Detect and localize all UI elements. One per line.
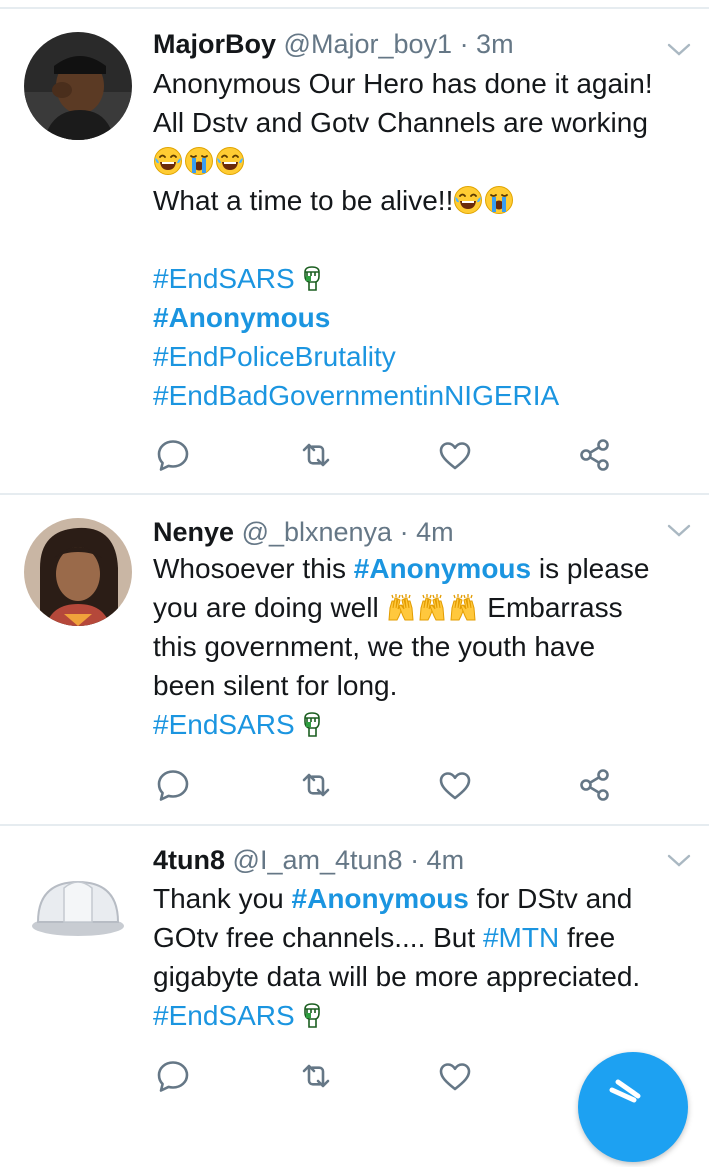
hashtag-line: #EndSARS <box>153 259 698 298</box>
avatar[interactable] <box>24 32 132 140</box>
chevron-down-icon[interactable] <box>665 850 693 870</box>
tweet-text: Whosoever this #Anonymous is please you … <box>153 549 698 744</box>
text-line: All Dstv and Gotv Channels are working <box>153 107 648 138</box>
display-name[interactable]: MajorBoy <box>153 29 276 59</box>
tweet-content: MajorBoy @Major_boy1 · 3m Anonymous Our … <box>153 27 698 415</box>
like-icon[interactable] <box>435 1056 475 1096</box>
tweet-content: Nenye @_blxnenya · 4m Whosoever this #An… <box>153 515 698 744</box>
reply-icon[interactable] <box>153 435 193 475</box>
avatar[interactable] <box>24 848 132 956</box>
chevron-down-icon[interactable] <box>665 39 693 59</box>
handle[interactable]: @_blxnenya <box>242 517 393 547</box>
hashtag-line: #EndSARS <box>153 996 698 1035</box>
tweet-text: Anonymous Our Hero has done it again! Al… <box>153 64 698 415</box>
text-line: What a time to be alive!! <box>153 181 698 220</box>
text-line: GOtv free channels.... But #MTN free <box>153 918 698 957</box>
handle[interactable]: @I_am_4tun8 <box>233 845 403 875</box>
hashtag-link[interactable]: #Anonymous <box>292 883 469 914</box>
text-line: Anonymous Our Hero has done it again! <box>153 68 653 99</box>
retweet-icon[interactable] <box>296 765 336 805</box>
text-line: gigabyte data will be more appreciated. <box>153 961 641 992</box>
text-fragment: Whosoever this <box>153 553 354 584</box>
tweet-header: MajorBoy @Major_boy1 · 3m <box>153 27 698 61</box>
endsars-fist-emoji <box>301 1001 323 1029</box>
emoji-line <box>153 142 698 181</box>
hashtag-link[interactable]: #EndSARS <box>153 1000 295 1031</box>
retweet-icon[interactable] <box>296 435 336 475</box>
text-line: Whosoever this #Anonymous is please <box>153 549 698 588</box>
reply-icon[interactable] <box>153 1056 193 1096</box>
tweet[interactable]: MajorBoy @Major_boy1 · 3m Anonymous Our … <box>0 9 709 495</box>
tweet[interactable]: Nenye @_blxnenya · 4m Whosoever this #An… <box>0 495 709 826</box>
joy-emoji <box>215 146 245 176</box>
endsars-fist-emoji <box>301 710 323 738</box>
hashtag-line: #EndBadGovernmentinNIGERIA <box>153 376 698 415</box>
text-fragment: What a time to be alive!! <box>153 185 454 216</box>
text-fragment: GOtv free channels.... But <box>153 922 483 953</box>
text-line: Thank you #Anonymous for DStv and <box>153 879 698 918</box>
hashtag-line: #EndSARS <box>153 705 698 744</box>
text-fragment: is please <box>531 553 650 584</box>
tweet-actions <box>153 765 613 805</box>
hashtag-link[interactable]: #EndBadGovernmentinNIGERIA <box>153 380 559 411</box>
tweet-text: Thank you #Anonymous for DStv and GOtv f… <box>153 879 698 1035</box>
hashtag-link[interactable]: #EndSARS <box>153 263 295 294</box>
joy-emoji <box>453 185 483 215</box>
joy-emoji <box>153 146 183 176</box>
handle[interactable]: @Major_boy1 <box>284 29 453 59</box>
compose-icon <box>609 1079 641 1103</box>
timestamp[interactable]: · 4m <box>400 517 454 547</box>
chevron-down-icon[interactable] <box>665 520 693 540</box>
display-name[interactable]: 4tun8 <box>153 845 225 875</box>
crying-emoji <box>484 185 514 215</box>
tweet-content: 4tun8 @I_am_4tun8 · 4m Thank you #Anonym… <box>153 843 698 1035</box>
tweet-actions <box>153 1056 613 1096</box>
avatar[interactable] <box>24 518 132 626</box>
hashtag-link[interactable]: #Anonymous <box>354 553 531 584</box>
text-fragment: you are doing well <box>153 592 387 623</box>
tweet-actions <box>153 435 613 475</box>
tweet-header: 4tun8 @I_am_4tun8 · 4m <box>153 843 698 877</box>
share-icon[interactable] <box>575 435 615 475</box>
hashtag-link[interactable]: #MTN <box>483 922 559 953</box>
text-fragment: Embarrass <box>479 592 623 623</box>
share-icon[interactable] <box>575 765 615 805</box>
like-icon[interactable] <box>435 765 475 805</box>
hashtag-line: #EndPoliceBrutality <box>153 337 698 376</box>
text-fragment: for DStv and <box>468 883 633 914</box>
retweet-icon[interactable] <box>296 1056 336 1096</box>
timestamp[interactable]: · 4m <box>410 845 464 875</box>
hashtag-link[interactable]: #EndSARS <box>153 709 295 740</box>
hashtag-link[interactable]: #Anonymous <box>153 302 330 333</box>
timestamp[interactable]: · 3m <box>460 29 514 59</box>
tweet-header: Nenye @_blxnenya · 4m <box>153 515 698 549</box>
reply-icon[interactable] <box>153 765 193 805</box>
raising-hands-emoji <box>386 592 416 622</box>
raising-hands-emoji <box>417 592 447 622</box>
endsars-fist-emoji <box>301 264 323 292</box>
hashtag-line: #Anonymous <box>153 298 698 337</box>
like-icon[interactable] <box>435 435 475 475</box>
text-fragment: Thank you <box>153 883 292 914</box>
text-line: you are doing well Embarrass <box>153 588 698 627</box>
raising-hands-emoji <box>448 592 478 622</box>
text-line: been silent for long. <box>153 670 398 701</box>
crying-emoji <box>184 146 214 176</box>
display-name[interactable]: Nenye <box>153 517 234 547</box>
text-line: this government, we the youth have <box>153 631 596 662</box>
hashtag-link[interactable]: #EndPoliceBrutality <box>153 341 396 372</box>
compose-tweet-button[interactable] <box>578 1052 688 1162</box>
text-fragment: free <box>559 922 616 953</box>
